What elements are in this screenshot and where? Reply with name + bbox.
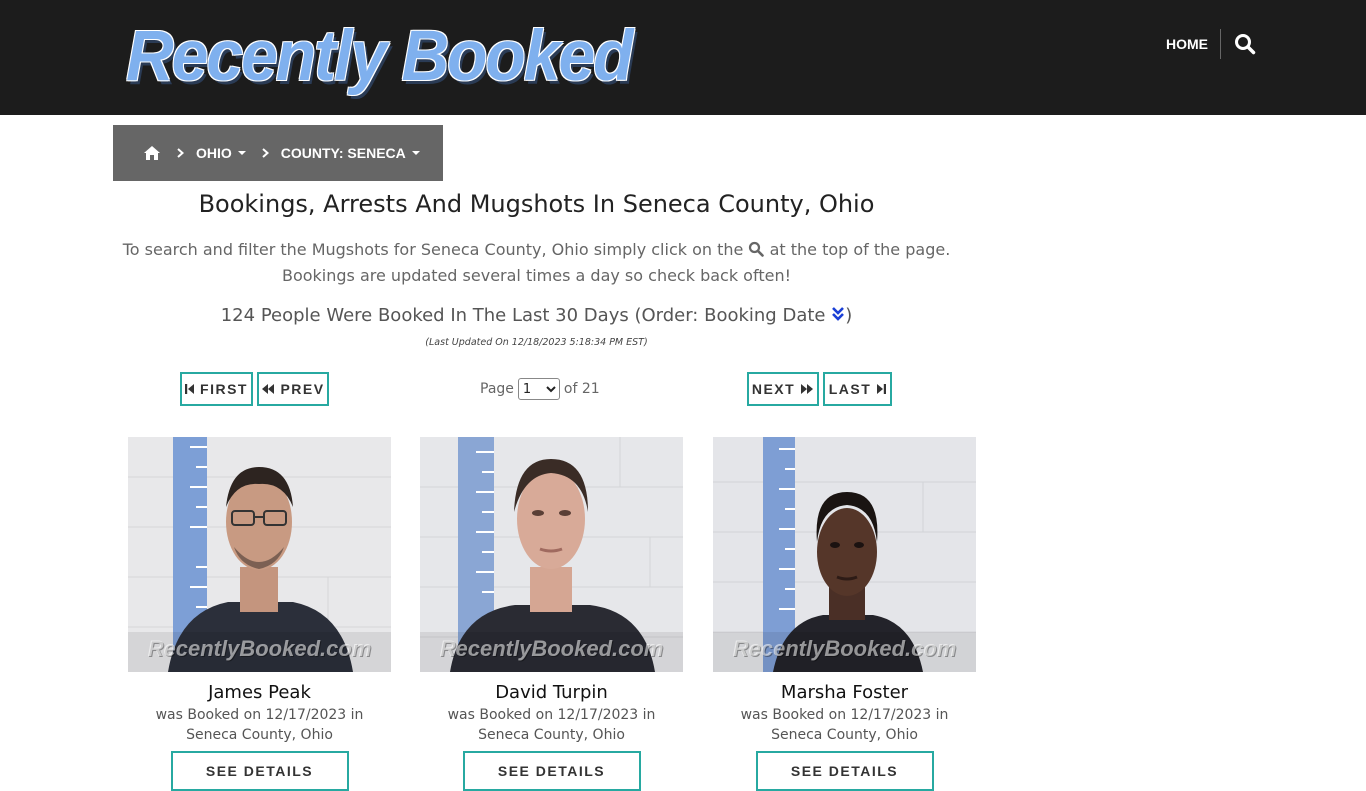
caret-down-icon [237,151,246,155]
rewind-icon [262,384,275,394]
booking-name[interactable]: David Turpin [420,682,683,703]
booking-date-line: was Booked on 12/17/2023 in [740,707,949,723]
breadcrumb-state-label: OHIO [196,145,232,161]
double-chevron-down-icon[interactable] [831,306,845,322]
booking-location-line: Seneca County, Ohio [771,727,918,743]
booking-name[interactable]: James Peak [128,682,391,703]
search-icon[interactable] [1234,33,1256,55]
booking-date-line: was Booked on 12/17/2023 in [155,707,364,723]
watermark: RecentlyBooked.com [147,636,372,661]
breadcrumb-county[interactable]: COUNTY: SENECA [281,145,420,161]
breadcrumb: OHIO COUNTY: SENECA [113,125,443,181]
booking-count-text: 124 People Were Booked In The Last 30 Da… [220,305,826,326]
page-title: Bookings, Arrests And Mugshots In Seneca… [198,190,875,218]
search-icon [748,239,765,257]
next-page-label: NEXT [751,381,796,397]
logo-text: Recently Booked [126,15,633,95]
first-page-label: FIRST [200,381,248,397]
breadcrumb-county-label: COUNTY: SENECA [280,145,406,161]
site-header: Recently Booked HOME [0,0,1366,115]
mugshot-photo[interactable]: RecentlyBooked.com [128,437,391,672]
nav-divider [1220,29,1221,59]
caret-down-icon [411,151,420,155]
booking-card: RecentlyBooked.com Marsha Foster was Boo… [713,437,976,791]
page-select[interactable]: 1 [517,378,560,400]
site-logo[interactable]: Recently Booked [126,15,633,95]
watermark: RecentlyBooked.com [732,636,957,661]
booking-date-line: was Booked on 12/17/2023 in [447,707,656,723]
see-details-button[interactable]: SEE DETAILS [755,751,934,791]
watermark: RecentlyBooked.com [439,636,664,661]
booking-count-close: ) [845,305,853,326]
skip-back-icon [185,384,195,394]
booking-detail: was Booked on 12/17/2023 in Seneca Count… [713,705,976,745]
booking-detail: was Booked on 12/17/2023 in Seneca Count… [420,705,683,745]
booking-card: RecentlyBooked.com David Turpin was Book… [420,437,683,791]
breadcrumb-state[interactable]: OHIO [196,145,246,161]
booking-name[interactable]: Marsha Foster [713,682,976,703]
intro-text-start: To search and filter the Mugshots for Se… [122,240,744,259]
mugshot-photo[interactable]: RecentlyBooked.com [420,437,683,672]
prev-page-label: PREV [280,381,325,397]
booking-location-line: Seneca County, Ohio [478,727,625,743]
chevron-right-icon [262,145,269,161]
last-updated: (Last Updated On 12/18/2023 5:18:34 PM E… [425,337,648,348]
next-page-button[interactable]: NEXT [747,372,819,406]
booking-count: 124 People Were Booked In The Last 30 Da… [113,305,960,326]
fast-forward-icon [801,384,814,394]
mugshot-photo[interactable]: RecentlyBooked.com [713,437,976,672]
booking-location-line: Seneca County, Ohio [186,727,333,743]
home-icon[interactable] [143,145,161,161]
page-total: of 21 [563,381,600,397]
intro-text: To search and filter the Mugshots for Se… [113,237,960,289]
booking-detail: was Booked on 12/17/2023 in Seneca Count… [128,705,391,745]
last-page-button[interactable]: LAST [823,372,892,406]
first-page-button[interactable]: FIRST [180,372,253,406]
last-page-label: LAST [828,381,872,397]
see-details-button[interactable]: SEE DETAILS [170,751,349,791]
booking-card: RecentlyBooked.com James Peak was Booked… [128,437,391,791]
page-label: Page [480,381,514,397]
page-selector: Page 1 of 21 [480,377,600,401]
see-details-button[interactable]: SEE DETAILS [462,751,641,791]
prev-page-button[interactable]: PREV [257,372,329,406]
skip-forward-icon [877,384,887,394]
nav-home-link[interactable]: HOME [1166,36,1208,52]
chevron-right-icon [177,145,185,161]
